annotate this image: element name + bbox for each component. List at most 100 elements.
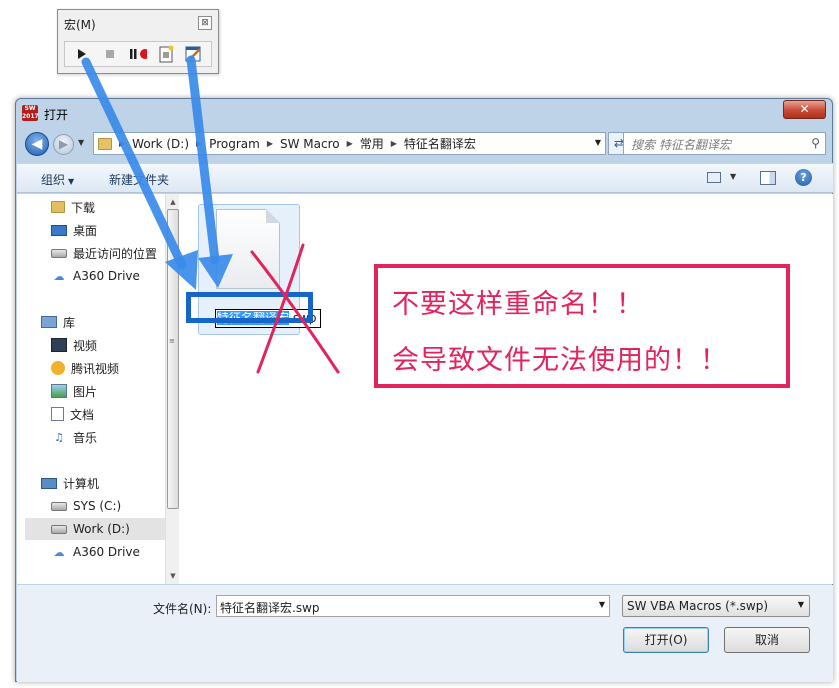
nav-item-a360-drive-2[interactable]: ☁ A360 Drive <box>51 541 140 563</box>
downloads-folder-icon <box>51 201 65 213</box>
scroll-up-icon[interactable]: ▲ <box>168 198 178 206</box>
search-input[interactable]: 搜索 特征名翻译宏 ⚲ <box>623 132 826 155</box>
new-folder-button[interactable]: 新建文件夹 <box>109 171 169 188</box>
desktop-icon <box>51 224 67 236</box>
nav-item-computer[interactable]: 计算机 <box>41 472 99 494</box>
nav-item-label: Work (D:) <box>73 522 130 536</box>
library-icon <box>41 316 57 328</box>
address-bar[interactable]: ▶ Work (D:) ▶ Program ▶ SW Macro ▶ 常用 ▶ … <box>93 132 606 155</box>
nav-item-videos[interactable]: 视频 <box>51 334 97 356</box>
warning-line-2: 会导致文件无法使用的！！ <box>392 345 728 376</box>
cancel-button[interactable]: 取消 <box>724 627 810 653</box>
scroll-thumb[interactable] <box>167 209 179 509</box>
chevron-right-icon[interactable]: ▶ <box>347 139 353 148</box>
warning-line-1: 不要这样重命名！！ <box>392 289 644 320</box>
edit-macro-icon[interactable] <box>185 45 203 63</box>
chevron-right-icon[interactable]: ▶ <box>391 139 397 148</box>
nav-item-desktop[interactable]: 桌面 <box>51 219 97 241</box>
pictures-icon <box>51 384 67 398</box>
nav-item-label: 桌面 <box>73 223 98 238</box>
back-arrow-icon[interactable]: ◀ <box>25 132 49 156</box>
chevron-down-icon: ▼ <box>68 177 75 186</box>
address-dropdown-icon[interactable]: ▼ <box>595 138 601 147</box>
open-button[interactable]: 打开(O) <box>623 627 709 653</box>
navigation-pane: 下载 桌面 最近访问的位置 ☁ A360 Drive 库 视频 腾讯视频 图片 文… <box>17 194 179 584</box>
nav-item-label: SYS (C:) <box>73 499 122 513</box>
nav-item-tencent-video[interactable]: 腾讯视频 <box>51 357 119 379</box>
nav-item-a360-drive[interactable]: ☁ A360 Drive <box>51 265 140 287</box>
stop-icon[interactable] <box>101 45 119 63</box>
nav-item-drive-d[interactable]: Work (D:) <box>25 518 165 540</box>
forward-arrow-icon[interactable]: ▶ <box>53 134 74 155</box>
open-dialog: SW 2017 打开 ✕ ◀ ▶ ▼ ▶ Work (D:) ▶ Program… <box>15 98 833 682</box>
folder-icon <box>98 137 112 150</box>
macro-toolbar-title: 宏(M) <box>64 18 96 32</box>
command-toolbar: 组织 ▼ 新建文件夹 ▼ ? <box>17 163 833 193</box>
recent-places-icon <box>51 248 67 258</box>
nav-scrollbar[interactable]: ▲ ≡ ▼ <box>165 194 179 584</box>
new-macro-icon[interactable] <box>157 45 175 63</box>
run-icon[interactable] <box>73 45 91 63</box>
drive-d-icon <box>51 524 67 534</box>
a360-drive-icon: ☁ <box>53 545 65 559</box>
videos-icon <box>51 338 67 352</box>
nav-item-label: 图片 <box>73 384 98 399</box>
preview-pane-icon[interactable] <box>760 171 776 185</box>
filename-input[interactable]: 特征名翻译宏.swp ▼ <box>216 595 610 617</box>
nav-item-label: 下载 <box>71 200 96 215</box>
nav-item-documents[interactable]: 文档 <box>51 403 94 425</box>
macro-toolbar-close-icon[interactable]: ⊠ <box>198 16 212 30</box>
rename-highlight-frame <box>186 292 313 323</box>
documents-icon <box>51 407 64 421</box>
dialog-content: 下载 桌面 最近访问的位置 ☁ A360 Drive 库 视频 腾讯视频 图片 文… <box>17 194 833 584</box>
dialog-bottom-bar: 文件名(N): 特征名翻译宏.swp ▼ SW VBA Macros (*.sw… <box>17 585 833 682</box>
tencent-video-icon <box>51 361 65 375</box>
pause-record-icon[interactable] <box>129 45 147 63</box>
dialog-close-button[interactable]: ✕ <box>783 100 826 119</box>
filename-value: 特征名翻译宏.swp <box>220 601 320 615</box>
nav-item-downloads[interactable]: 下载 <box>51 196 95 218</box>
breadcrumb-current-folder[interactable]: 特征名翻译宏 <box>404 135 476 152</box>
chevron-right-icon[interactable]: ▶ <box>267 139 273 148</box>
address-row: ◀ ▶ ▼ ▶ Work (D:) ▶ Program ▶ SW Macro ▶… <box>16 128 832 160</box>
breadcrumb-sw-macro[interactable]: SW Macro <box>280 137 340 151</box>
macro-toolbar: 宏(M) ⊠ <box>57 9 219 74</box>
nav-item-label: 文档 <box>70 407 95 422</box>
filename-label: 文件名(N): <box>153 602 212 616</box>
file-list: 特征名翻译宏.swp <box>180 194 833 584</box>
macro-button-strip <box>64 41 212 67</box>
filename-dropdown-icon[interactable]: ▼ <box>599 600 605 609</box>
drive-c-icon <box>51 501 67 511</box>
change-view-icon[interactable] <box>707 172 721 183</box>
scroll-down-icon[interactable]: ▼ <box>168 572 178 580</box>
file-type-value: SW VBA Macros (*.swp) <box>627 599 769 613</box>
nav-item-libraries[interactable]: 库 <box>41 311 75 333</box>
breadcrumb-drive[interactable]: Work (D:) <box>132 137 189 151</box>
chevron-down-icon: ▼ <box>797 600 804 609</box>
a360-drive-icon: ☁ <box>53 269 65 283</box>
nav-item-music[interactable]: ♫ 音乐 <box>51 426 97 448</box>
nav-item-drive-c[interactable]: SYS (C:) <box>51 495 121 517</box>
nav-item-recent-places[interactable]: 最近访问的位置 <box>51 242 157 264</box>
file-type-select[interactable]: SW VBA Macros (*.swp) ▼ <box>622 595 810 617</box>
nav-item-pictures[interactable]: 图片 <box>51 380 97 402</box>
chevron-right-icon[interactable]: ▶ <box>196 139 202 148</box>
organize-menu[interactable]: 组织 ▼ <box>41 171 74 188</box>
chevron-right-icon[interactable]: ▶ <box>119 139 125 148</box>
dialog-titlebar[interactable]: SW 2017 打开 ✕ <box>16 99 832 127</box>
music-icon: ♫ <box>54 430 64 444</box>
blank-file-icon <box>216 209 280 289</box>
nav-item-label: A360 Drive <box>73 269 140 283</box>
warning-callout: 不要这样重命名！！ 会导致文件无法使用的！！ <box>374 264 790 388</box>
recent-locations-dropdown-icon[interactable]: ▼ <box>78 138 84 147</box>
search-placeholder: 搜索 特征名翻译宏 <box>631 138 731 152</box>
breadcrumb-common[interactable]: 常用 <box>360 135 384 152</box>
view-options-dropdown-icon[interactable]: ▼ <box>730 172 736 181</box>
nav-item-label: 计算机 <box>63 476 100 491</box>
search-icon[interactable]: ⚲ <box>811 136 820 150</box>
breadcrumb-program[interactable]: Program <box>209 137 260 151</box>
dialog-title: 打开 <box>44 108 69 122</box>
nav-item-label: 最近访问的位置 <box>73 246 158 261</box>
help-icon[interactable]: ? <box>795 169 812 186</box>
organize-label: 组织 <box>41 173 66 187</box>
